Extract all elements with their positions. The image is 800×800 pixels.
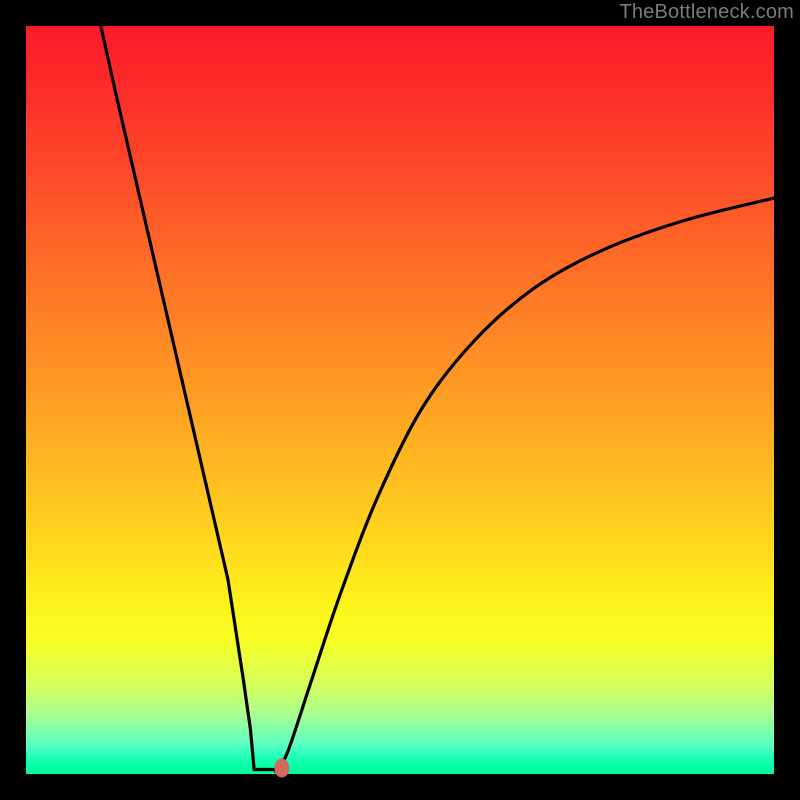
watermark-text: TheBottleneck.com (619, 1, 794, 24)
bottleneck-curve (101, 26, 774, 771)
curve-layer (26, 26, 774, 774)
chart-stage: TheBottleneck.com (0, 0, 800, 800)
plot-frame (26, 26, 774, 774)
minimum-marker (274, 759, 289, 778)
